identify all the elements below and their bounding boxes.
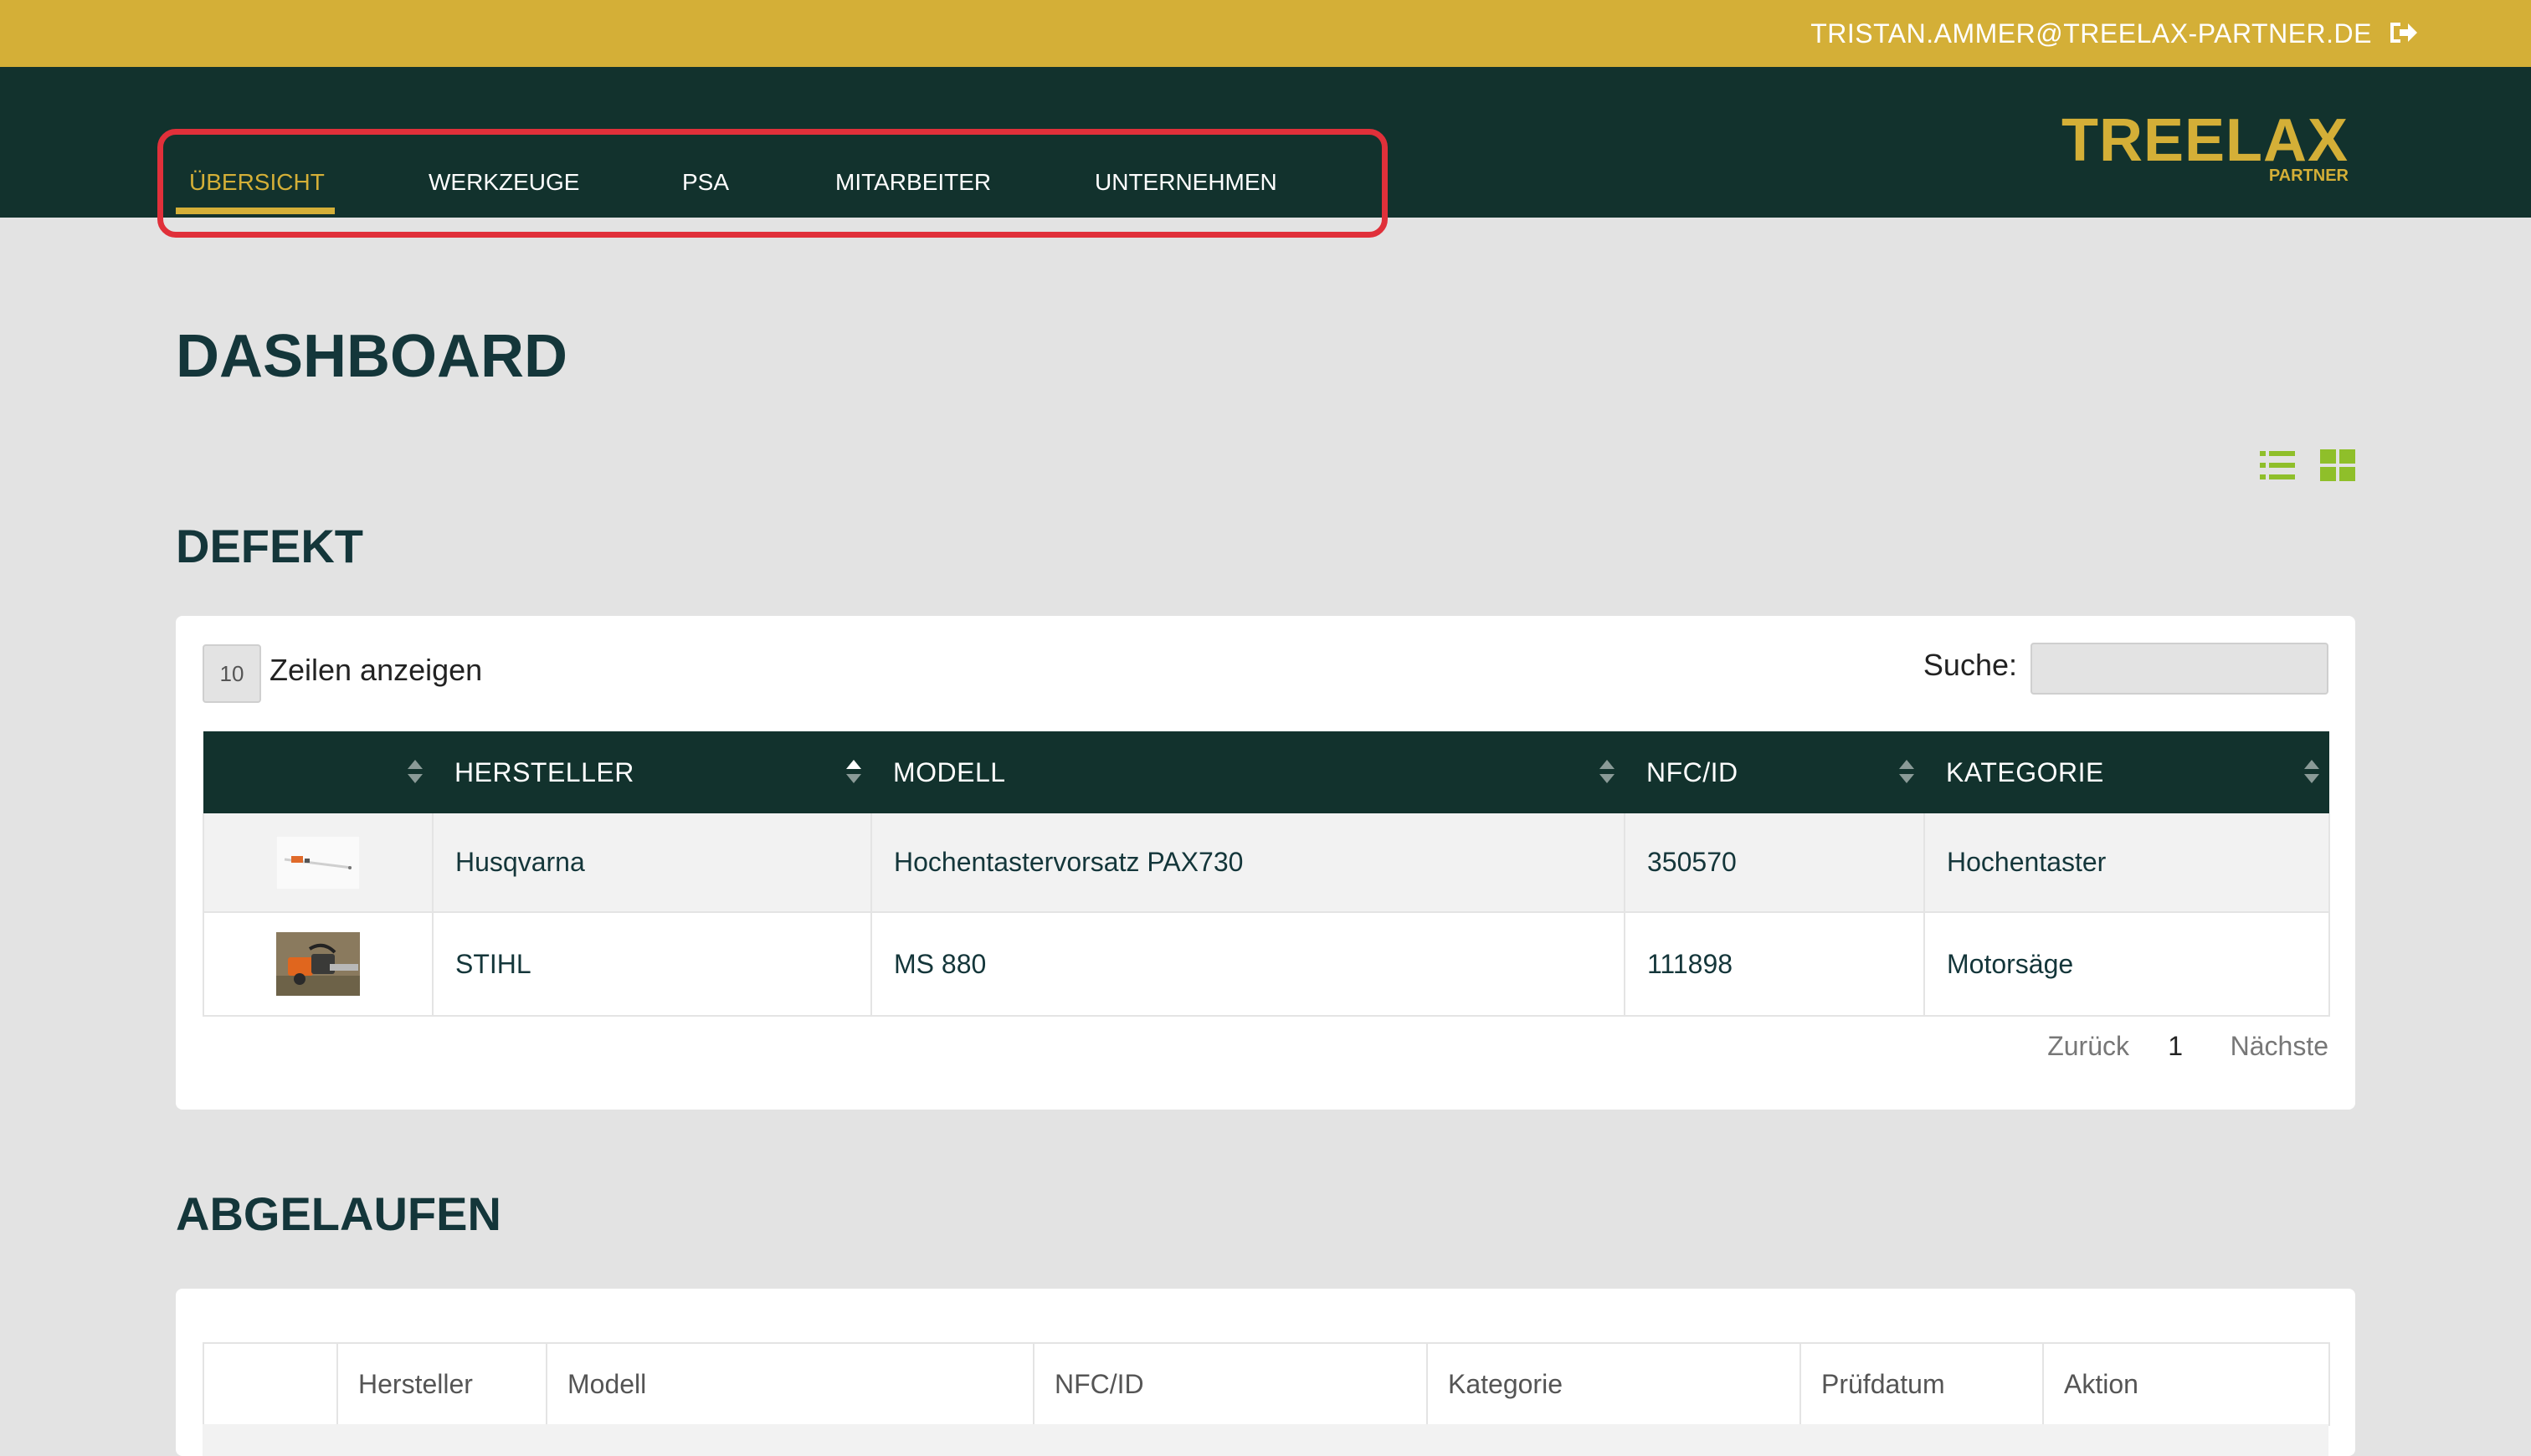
- pagination-current-page[interactable]: 1: [2168, 1031, 2183, 1062]
- table-header-row: Hersteller Modell NFC/ID Kategorie Prüfd…: [203, 1342, 2330, 1426]
- cell-hersteller: Husqvarna: [433, 813, 872, 913]
- column-header-modell[interactable]: Modell: [546, 1342, 1034, 1426]
- pagination-next[interactable]: Nächste: [2231, 1031, 2328, 1062]
- column-header-image[interactable]: [203, 731, 433, 813]
- treelax-logo[interactable]: TREELAX PARTNER: [2061, 110, 2349, 184]
- page-title: DASHBOARD: [176, 323, 567, 390]
- rows-per-page-select[interactable]: 10: [203, 644, 261, 703]
- column-header-hersteller[interactable]: HERSTELLER: [433, 731, 871, 813]
- defekt-card: 10 Zeilen anzeigen Suche: HERSTELLER MOD…: [176, 616, 2355, 1110]
- product-thumbnail[interactable]: [203, 912, 434, 1017]
- list-view-icon[interactable]: [2260, 449, 2295, 482]
- table-header-row: HERSTELLER MODELL NFC/ID KATEGORIE: [203, 731, 2329, 813]
- hedge-pole-pruner-image: [276, 835, 360, 889]
- logout-icon[interactable]: [2388, 18, 2418, 47]
- cell-modell: Hochentastervorsatz PAX730: [871, 813, 1625, 913]
- top-bar: TRISTAN.AMMER@TREELAX-PARTNER.DE: [0, 0, 2531, 67]
- column-header-kategorie[interactable]: KATEGORIE: [1924, 731, 2329, 813]
- column-header-aktion[interactable]: Aktion: [2042, 1342, 2330, 1426]
- column-header-image[interactable]: [203, 1342, 338, 1426]
- table-row[interactable]: Husqvarna Hochentastervorsatz PAX730 350…: [203, 813, 2330, 913]
- abgelaufen-card: Hersteller Modell NFC/ID Kategorie Prüfd…: [176, 1289, 2355, 1456]
- table-row[interactable]: [203, 1424, 2328, 1456]
- search-label: Suche:: [1923, 648, 2017, 682]
- rows-per-page-label: Zeilen anzeigen: [270, 653, 483, 687]
- column-header-hersteller[interactable]: Hersteller: [336, 1342, 547, 1426]
- column-header-nfc-id[interactable]: NFC/ID: [1033, 1342, 1428, 1426]
- grid-view-icon[interactable]: [2320, 449, 2355, 482]
- table-row[interactable]: STIHL MS 880 111898 Motorsäge: [203, 912, 2330, 1017]
- sort-icon: [2304, 760, 2319, 783]
- sort-icon: [1899, 760, 1914, 783]
- cell-kategorie: Hochentaster: [1924, 813, 2330, 913]
- column-header-nfc-id[interactable]: NFC/ID: [1625, 731, 1924, 813]
- cell-hersteller: STIHL: [433, 912, 872, 1017]
- abgelaufen-table: Hersteller Modell NFC/ID Kategorie Prüfd…: [203, 1342, 2330, 1426]
- cell-modell: MS 880: [871, 912, 1625, 1017]
- column-header-modell[interactable]: MODELL: [871, 731, 1625, 813]
- defekt-table: HERSTELLER MODELL NFC/ID KATEGORIE Husqv…: [203, 731, 2330, 1017]
- search-input[interactable]: [2030, 643, 2328, 695]
- cell-nfc-id: 111898: [1625, 912, 1925, 1017]
- product-thumbnail[interactable]: [203, 813, 434, 913]
- sort-asc-icon: [846, 760, 861, 783]
- column-header-pruefdatum[interactable]: Prüfdatum: [1799, 1342, 2044, 1426]
- column-header-kategorie[interactable]: Kategorie: [1426, 1342, 1801, 1426]
- section-title-defekt: DEFEKT: [176, 520, 363, 572]
- section-title-abgelaufen: ABGELAUFEN: [176, 1187, 501, 1240]
- nav-highlight-box: [157, 129, 1388, 238]
- user-email[interactable]: TRISTAN.AMMER@TREELAX-PARTNER.DE: [1810, 18, 2372, 49]
- pagination-previous[interactable]: Zurück: [2047, 1031, 2129, 1062]
- logo-brand: TREELAX: [2061, 107, 2349, 174]
- sort-icon: [408, 760, 423, 783]
- cell-kategorie: Motorsäge: [1924, 912, 2330, 1017]
- sort-icon: [1599, 760, 1615, 783]
- cell-nfc-id: 350570: [1625, 813, 1925, 913]
- main-nav: ÜBERSICHT WERKZEUGE PSA MITARBEITER UNTE…: [0, 67, 2531, 238]
- chainsaw-image: [276, 932, 360, 996]
